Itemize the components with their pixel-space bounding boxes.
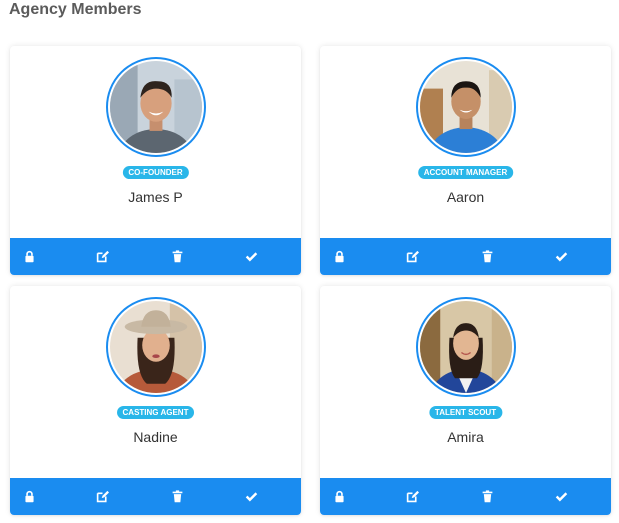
members-grid: CO-FOUNDER James P ACCOUNT MANAGER Aaron… — [0, 0, 619, 523]
edit-icon — [96, 250, 109, 263]
lock-icon — [24, 250, 34, 263]
member-name: James P — [128, 189, 183, 205]
approve-button[interactable] — [233, 238, 269, 275]
check-icon — [245, 492, 257, 502]
lock-button[interactable] — [321, 238, 357, 275]
trash-icon — [482, 250, 492, 263]
member-card-aaron: ACCOUNT MANAGER Aaron — [320, 46, 611, 275]
lock-button[interactable] — [321, 478, 357, 515]
avatar-photo — [110, 301, 202, 393]
approve-button[interactable] — [543, 478, 579, 515]
avatar[interactable] — [106, 57, 206, 157]
avatar[interactable] — [416, 57, 516, 157]
member-card-amira: TALENT SCOUT Amira — [320, 286, 611, 515]
approve-button[interactable] — [233, 478, 269, 515]
delete-button[interactable] — [159, 478, 195, 515]
avatar-photo — [420, 301, 512, 393]
delete-button[interactable] — [159, 238, 195, 275]
member-name: Amira — [447, 429, 484, 445]
delete-button[interactable] — [469, 478, 505, 515]
role-badge: TALENT SCOUT — [428, 406, 503, 419]
edit-button[interactable] — [84, 478, 120, 515]
role-badge: CO-FOUNDER — [122, 166, 189, 179]
delete-button[interactable] — [469, 238, 505, 275]
avatar-photo — [110, 61, 202, 153]
trash-icon — [172, 250, 182, 263]
lock-button[interactable] — [11, 238, 47, 275]
member-card-nadine: CASTING AGENT Nadine — [10, 286, 301, 515]
check-icon — [555, 252, 567, 262]
avatar-photo — [420, 61, 512, 153]
member-card-james: CO-FOUNDER James P — [10, 46, 301, 275]
edit-icon — [406, 490, 419, 503]
action-bar — [320, 478, 611, 515]
member-name: Aaron — [446, 189, 485, 205]
edit-icon — [406, 250, 419, 263]
role-badge: CASTING AGENT — [116, 406, 195, 419]
lock-icon — [334, 250, 344, 263]
avatar[interactable] — [416, 297, 516, 397]
check-icon — [555, 492, 567, 502]
lock-button[interactable] — [11, 478, 47, 515]
edit-icon — [96, 490, 109, 503]
member-name: Nadine — [133, 429, 178, 445]
action-bar — [10, 478, 301, 515]
trash-icon — [172, 490, 182, 503]
action-bar — [320, 238, 611, 275]
action-bar — [10, 238, 301, 275]
trash-icon — [482, 490, 492, 503]
approve-button[interactable] — [543, 238, 579, 275]
role-badge: ACCOUNT MANAGER — [417, 166, 514, 179]
lock-icon — [334, 490, 344, 503]
edit-button[interactable] — [394, 478, 430, 515]
edit-button[interactable] — [394, 238, 430, 275]
avatar[interactable] — [106, 297, 206, 397]
lock-icon — [24, 490, 34, 503]
edit-button[interactable] — [84, 238, 120, 275]
check-icon — [245, 252, 257, 262]
